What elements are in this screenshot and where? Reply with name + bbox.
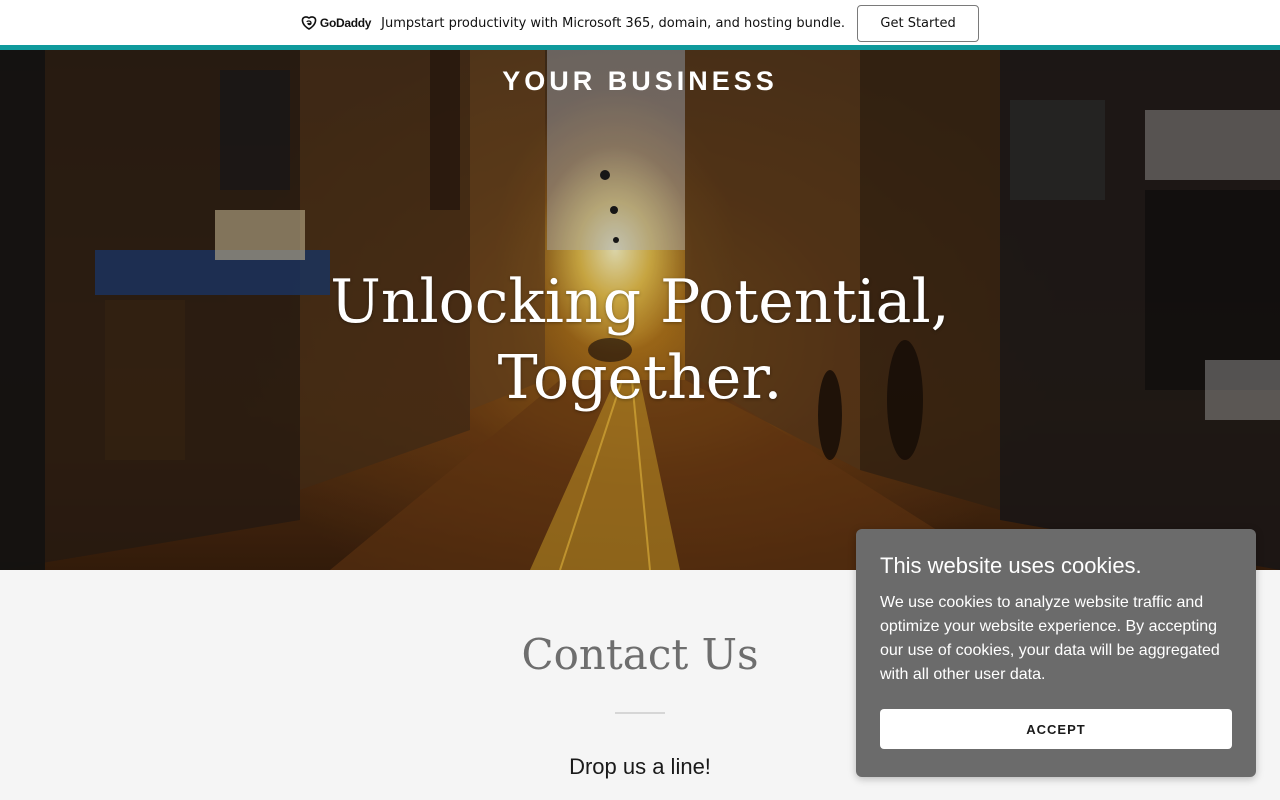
accept-cookies-button[interactable]: ACCEPT xyxy=(880,709,1232,749)
promo-bar: GoDaddy Jumpstart productivity with Micr… xyxy=(0,0,1280,46)
hero-headline: Unlocking Potential, Together. xyxy=(330,267,950,413)
promo-message: Jumpstart productivity with Microsoft 36… xyxy=(381,15,846,31)
godaddy-icon xyxy=(301,16,317,30)
get-started-button[interactable]: Get Started xyxy=(857,4,980,42)
site-brand[interactable]: YOUR BUSINESS xyxy=(0,66,1280,97)
cookie-title: This website uses cookies. xyxy=(880,553,1142,578)
promo-content: GoDaddy Jumpstart productivity with Micr… xyxy=(301,4,980,42)
section-divider xyxy=(615,712,665,714)
hero-section: YOUR BUSINESS Unlocking Potential, Toget… xyxy=(0,50,1280,570)
cookie-banner: This website uses cookies. We use cookie… xyxy=(856,529,1256,777)
godaddy-logo-text: GoDaddy xyxy=(319,16,372,30)
godaddy-logo[interactable]: GoDaddy xyxy=(301,16,371,30)
cookie-message: We use cookies to analyze website traffi… xyxy=(880,594,1220,683)
